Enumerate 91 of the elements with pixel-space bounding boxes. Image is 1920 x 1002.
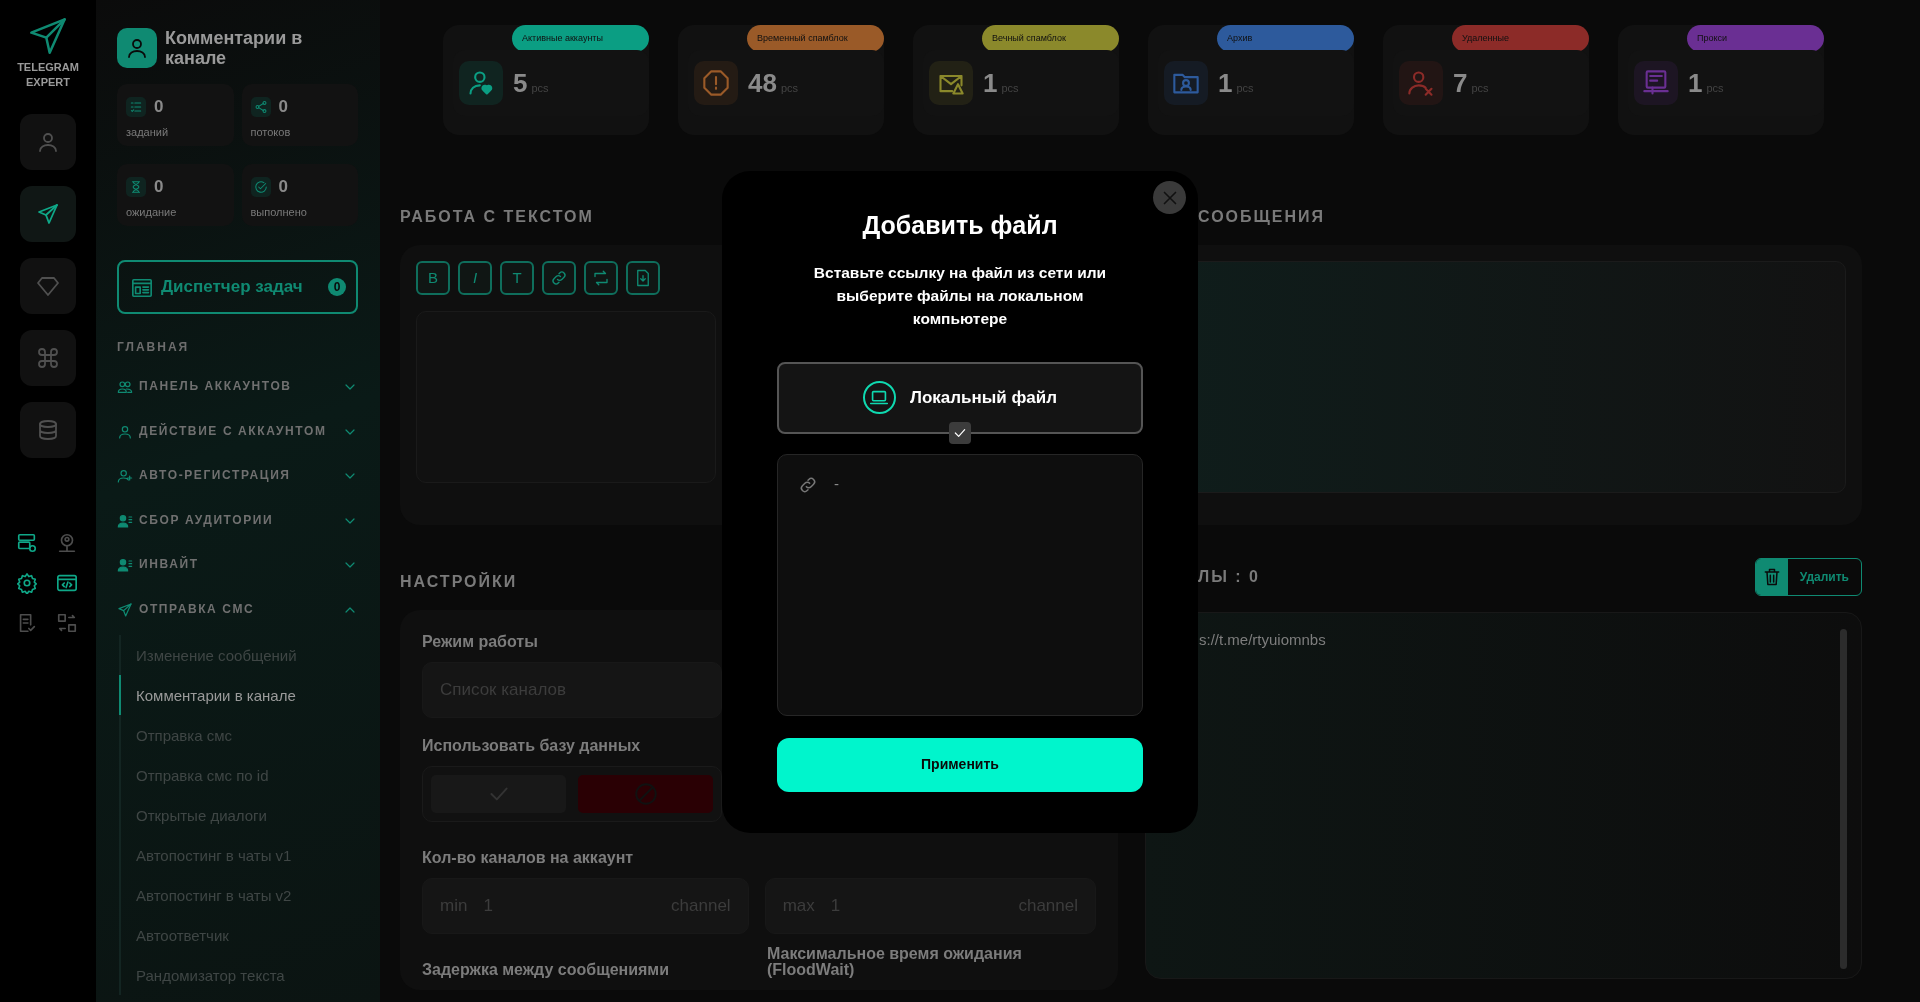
counter-value: 5 [513,66,528,100]
counter-value: 7 [1453,66,1468,100]
field-label: Использовать базу данных [422,736,642,756]
checkbox[interactable] [949,421,971,444]
logo-text: TELEGRAM EXPERT [17,60,79,90]
command-key-icon [36,346,60,370]
dashboard-icon [131,276,153,299]
link-icon [550,269,568,287]
paper-plane-icon [117,601,133,618]
link-text: s://t.me/rtyuiomnbs [1199,630,1326,650]
repeat-icon [592,269,610,287]
link-input[interactable]: - [777,453,1143,716]
rail-button[interactable] [20,402,76,458]
stat-value: 0 [154,176,164,198]
database-icon [36,418,60,442]
local-file-button[interactable]: Локальный файл [777,361,1143,434]
stat-value: 0 [278,96,288,118]
modal-title: Добавить файл [861,210,1059,241]
count-badge: 0 [328,278,346,296]
modal-description: Вставьте ссылку на файл из сети или выберите файлы на локальном компьютере [812,262,1108,329]
apply-button[interactable]: Применить [777,737,1143,792]
section-title: ЛЫ : 0 [1197,567,1260,587]
toolbar-icon[interactable] [16,570,40,594]
stat-value: 0 [278,176,288,198]
section-title: ГЛАВНАЯ [117,339,191,356]
status-label: Временный спамблок [747,25,884,52]
format-button[interactable]: T [500,261,534,295]
stat-label: выполнено [250,204,308,220]
paper-plane-logo-icon [28,16,68,56]
format-button[interactable] [584,261,618,295]
counter-value: 1 [983,66,998,100]
diamond-icon [36,274,60,298]
delete-button[interactable]: Удалить [1754,558,1862,596]
person-icon [36,130,60,154]
file-download-icon [634,269,652,287]
field-label: Кол-во каналов на аккаунт [422,848,635,868]
stat-label: заданий [126,124,170,140]
share-icon [253,99,268,114]
task-manager-button[interactable]: Диспетчер задач 0 [117,260,358,314]
field-label: Задержка между сообщениями [422,960,671,980]
input-value: - [834,474,839,495]
section-title: РАБОТА С ТЕКСТОМ [400,207,594,227]
paper-plane-icon [36,202,60,226]
stat-label: потоков [250,124,292,140]
person-heart-icon [467,69,495,97]
rail-button[interactable] [20,330,76,386]
links-textarea[interactable]: s://t.me/rtyuiomnbs [1145,612,1862,979]
menu-item[interactable]: ИНВАЙТ [117,542,358,587]
submenu-item[interactable]: Комментарии в канале [119,675,356,715]
menu-item[interactable]: СБОР АУДИТОРИИ [117,497,358,542]
status-label: Удаленные [1452,25,1589,52]
monitor-icon [1642,69,1670,97]
toggle-group[interactable] [422,766,722,822]
yes-toggle[interactable] [431,775,566,813]
status-label: Активные аккаунты [512,25,649,52]
person-list-icon [117,512,133,529]
person-list-icon [117,557,133,574]
menu-item[interactable]: ОТПРАВКА СМС [117,586,358,631]
person-plus-icon [117,468,133,485]
menu-item[interactable]: ДЕЙСТВИЕ С АККАУНТОМ [117,408,358,453]
warning-octagon-icon [702,69,730,97]
stat-value: 0 [154,96,164,118]
page-title: Комментарии в канале [165,28,304,68]
hourglass-icon [129,179,143,194]
counter-value: 1 [1688,66,1703,100]
format-button[interactable] [626,261,660,295]
section-title: НАСТРОЙКИ [400,571,518,592]
person-icon [125,36,149,60]
counter-value: 1 [1218,66,1233,100]
menu-item[interactable]: АВТО-РЕГИСТРАЦИЯ [117,453,358,498]
person-remove-icon [1407,69,1435,97]
person-icon [117,423,133,440]
rail-button[interactable] [20,186,76,242]
check-circle-icon [253,179,268,194]
people-icon [117,379,133,396]
field-label: Режим работы [422,632,539,652]
format-button[interactable]: B [416,261,450,295]
menu-item[interactable]: ПАНЕЛЬ АККАУНТОВ [117,364,358,409]
format-button[interactable] [542,261,576,295]
checklist-icon [129,99,143,114]
field-label: Максимальное время ожидания (FloodWait) [767,946,1023,980]
format-button[interactable]: I [458,261,492,295]
no-toggle[interactable] [578,775,713,813]
status-label: Архив [1217,25,1354,52]
close-button[interactable] [1153,181,1186,214]
section-title: СООБЩЕНИЯ [1197,207,1326,227]
ban-icon [632,781,659,807]
status-label: Прокси [1687,25,1824,52]
counter-value: 48 [748,66,777,100]
status-label: Вечный спамблок [982,25,1119,52]
stat-label: ожидание [126,204,178,220]
